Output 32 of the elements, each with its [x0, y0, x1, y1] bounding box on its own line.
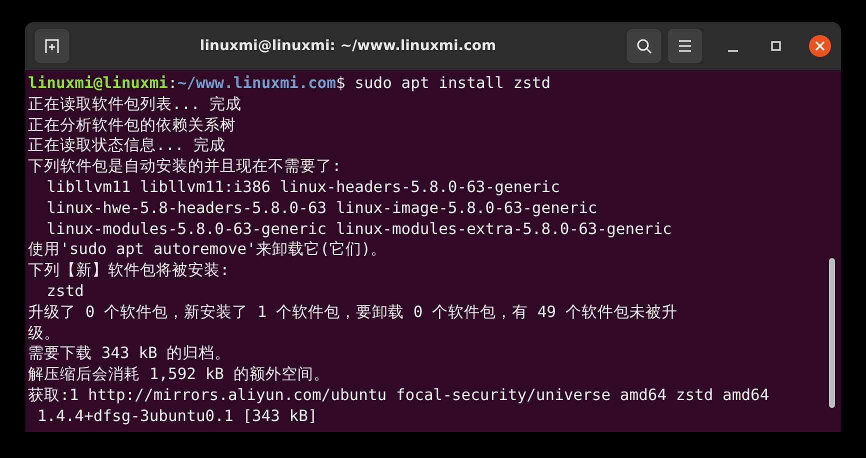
scrollbar-thumb[interactable] [829, 258, 835, 408]
window-title: linuxmi@linuxmi: ~/www.linuxmi.com [198, 38, 498, 54]
new-tab-icon [44, 38, 60, 54]
output-line: 正在分析软件包的依赖关系树 [28, 116, 236, 134]
output-line: 级。 [28, 324, 60, 342]
close-button[interactable] [809, 35, 831, 57]
output-line: 正在读取状态信息... 完成 [28, 136, 226, 154]
output-line: libllvm11 libllvm11:i386 linux-headers-5.8.0-63-generic [46, 178, 560, 196]
output-line: 下列软件包是自动安装的并且现在不需要了: [28, 157, 342, 176]
output-line: 正在读取软件包列表... 完成 [28, 94, 242, 113]
prompt-separator: : [168, 74, 178, 92]
prompt-path: ~/www.linuxmi.com [177, 74, 336, 92]
maximize-icon [771, 41, 781, 51]
output-line: 需要下载 343 kB 的归档。 [28, 344, 231, 362]
output-line: linux-modules-5.8.0-63-generic linux-modules-extra-5.8.0-63-generic [46, 220, 672, 238]
menu-button[interactable] [668, 29, 702, 63]
output-line: 使用'sudo apt autoremove'来卸载它(它们)。 [28, 240, 387, 258]
output-line: zstd [46, 282, 84, 300]
output-line: linux-hwe-5.8-headers-5.8.0-63 linux-image-5.8.0-63-generic [46, 198, 598, 217]
output-line: 升级了 0 个软件包，新安装了 1 个软件包，要卸载 0 个软件包，有 49 个软件包未被升 [28, 302, 678, 321]
output-line: 1.4.4+dfsg-3ubuntu0.1 [343 kB] [36, 406, 318, 425]
command-text: $ sudo apt install zstd [336, 74, 551, 92]
search-button[interactable] [627, 29, 661, 63]
output-line: 解压缩后会消耗 1,592 kB 的额外空间。 [28, 365, 330, 384]
minimize-icon [728, 50, 738, 52]
prompt-user-host: linuxmi@linuxmi [28, 74, 168, 92]
close-icon [815, 41, 825, 51]
output-line: 下列【新】软件包将被安装: [28, 261, 230, 280]
new-tab-button[interactable] [35, 29, 69, 63]
menu-icon [678, 40, 692, 52]
output-line: 获取:1 http://mirrors.aliyun.com/ubuntu focal-security/universe amd64 zstd amd64 [28, 386, 770, 404]
search-icon [636, 38, 652, 54]
